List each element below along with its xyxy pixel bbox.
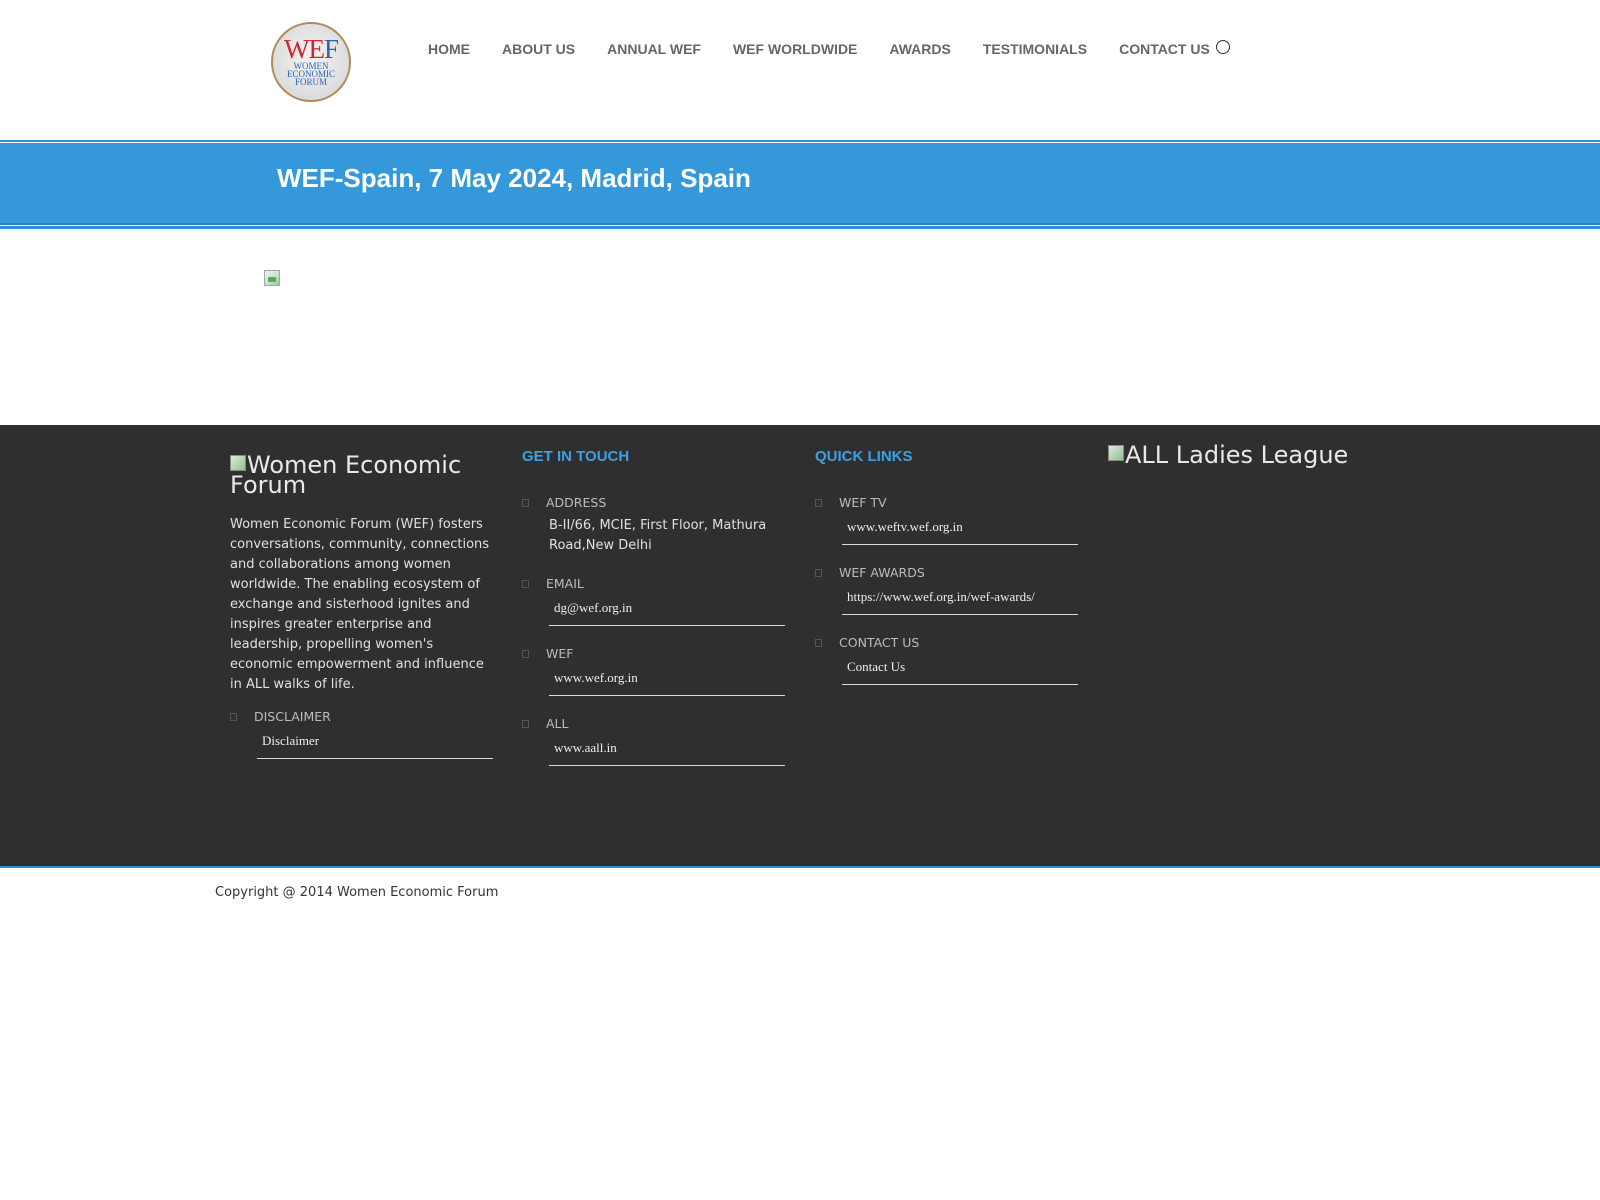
banner-top-border	[0, 140, 1600, 142]
main-nav: HOME ABOUT US ANNUAL WEF WEF WORLDWIDE A…	[428, 40, 1230, 57]
broken-image-icon	[1108, 445, 1124, 461]
all-link[interactable]: www.aall.in	[549, 740, 785, 766]
all-block: ALL www.aall.in	[522, 716, 790, 766]
footer-contact-column: GET IN TOUCH ADDRESS B-II/66, MCIE, Firs…	[522, 425, 790, 766]
contact-block: CONTACT US Contact Us	[815, 635, 1083, 685]
copyright-text: Copyright @ 2014 Women Economic Forum	[215, 885, 499, 900]
footer-quick-links-column: QUICK LINKS WEF TV www.weftv.wef.org.in …	[815, 425, 1083, 685]
get-in-touch-heading: GET IN TOUCH	[522, 448, 630, 465]
nav-wef-worldwide[interactable]: WEF WORLDWIDE	[733, 41, 857, 57]
contact-us-link[interactable]: Contact Us	[842, 659, 1078, 685]
bullet-icon	[230, 712, 237, 721]
footer-partner-column: ALL Ladies League	[1108, 425, 1368, 469]
wef-awards-label: WEF AWARDS	[815, 565, 1083, 580]
footer-logo[interactable]: Women Economic Forum	[230, 453, 495, 497]
disclaimer-label: DISCLAIMER	[230, 709, 495, 724]
address-value: B-II/66, MCIE, First Floor, Mathura Road…	[549, 518, 767, 553]
wef-tv-block: WEF TV www.weftv.wef.org.in	[815, 495, 1083, 545]
broken-image-icon	[230, 455, 246, 471]
about-text: Women Economic Forum (WEF) fosters conve…	[230, 517, 490, 692]
address-block: ADDRESS B-II/66, MCIE, First Floor, Math…	[522, 495, 790, 556]
page-title-banner	[0, 143, 1600, 225]
nav-about-us[interactable]: ABOUT US	[502, 41, 575, 57]
disclaimer-block: DISCLAIMER Disclaimer	[230, 709, 495, 759]
email-link[interactable]: dg@wef.org.in	[549, 600, 785, 626]
address-label: ADDRESS	[522, 495, 790, 510]
quick-links-heading: QUICK LINKS	[815, 448, 913, 465]
disclaimer-link[interactable]: Disclaimer	[257, 733, 493, 759]
email-label: EMAIL	[522, 576, 790, 591]
nav-contact-us[interactable]: CONTACT US	[1119, 41, 1210, 57]
wef-label: WEF	[522, 646, 790, 661]
footer-about-column: Women Economic Forum Women Economic Foru…	[230, 425, 495, 759]
trophy-icon	[815, 568, 822, 577]
logo-wordmark: WEF	[283, 34, 339, 64]
wef-awards-block: WEF AWARDS https://www.wef.org.in/wef-aw…	[815, 565, 1083, 615]
globe-icon	[522, 649, 529, 658]
phone-icon	[815, 638, 822, 647]
email-block: EMAIL dg@wef.org.in	[522, 576, 790, 626]
map-marker-icon	[522, 498, 529, 507]
wef-link[interactable]: www.wef.org.in	[549, 670, 785, 696]
nav-annual-wef[interactable]: ANNUAL WEF	[607, 41, 701, 57]
broken-image-icon	[264, 270, 280, 286]
all-ladies-league-logo[interactable]: ALL Ladies League	[1108, 441, 1368, 469]
footer-bottom-border	[0, 866, 1600, 868]
wef-block: WEF www.wef.org.in	[522, 646, 790, 696]
all-label: ALL	[522, 716, 790, 731]
globe-icon	[522, 719, 529, 728]
tv-icon	[815, 498, 822, 507]
site-header: WEF WOMEN ECONOMIC FORUM HOME ABOUT US A…	[0, 0, 1600, 140]
wef-logo[interactable]: WEF WOMEN ECONOMIC FORUM	[271, 22, 351, 102]
nav-testimonials[interactable]: TESTIMONIALS	[983, 41, 1087, 57]
wef-tv-label: WEF TV	[815, 495, 1083, 510]
site-footer: Women Economic Forum Women Economic Foru…	[0, 425, 1600, 866]
banner-bottom-border	[0, 226, 1600, 229]
logo-line-forum: FORUM	[294, 77, 327, 87]
envelope-icon	[522, 579, 529, 588]
nav-awards[interactable]: AWARDS	[889, 41, 950, 57]
contact-label: CONTACT US	[815, 635, 1083, 650]
wef-tv-link[interactable]: www.weftv.wef.org.in	[842, 519, 1078, 545]
nav-home[interactable]: HOME	[428, 41, 470, 57]
wef-awards-link[interactable]: https://www.wef.org.in/wef-awards/	[842, 589, 1078, 615]
page-title: WEF-Spain, 7 May 2024, Madrid, Spain	[277, 163, 751, 193]
search-icon[interactable]	[1215, 40, 1230, 54]
